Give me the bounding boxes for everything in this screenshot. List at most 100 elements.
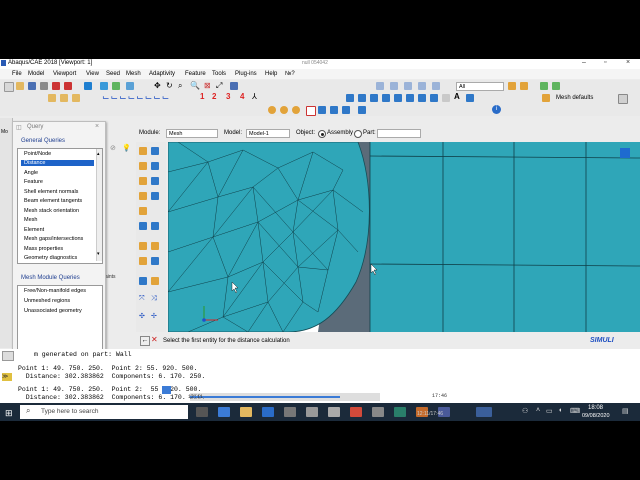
layer-icon[interactable] bbox=[358, 106, 366, 114]
taskbar-search[interactable]: ⌕ Type here to search bbox=[20, 405, 188, 419]
menu-file[interactable]: File bbox=[12, 71, 22, 77]
mesh-region-tool-icon[interactable] bbox=[151, 162, 159, 170]
assign-stack-tool-icon[interactable] bbox=[139, 277, 147, 285]
scroll-up-icon[interactable]: ▴ bbox=[97, 151, 100, 157]
element-type-icon[interactable] bbox=[406, 94, 414, 102]
save-icon[interactable] bbox=[28, 82, 36, 90]
box-zoom-icon[interactable]: ⊠ bbox=[204, 81, 211, 90]
mesh-controls-tool-icon[interactable] bbox=[151, 177, 159, 185]
windows-start-icon[interactable]: ⊞ bbox=[5, 408, 13, 419]
menu-adaptivity[interactable]: Adaptivity bbox=[149, 71, 175, 77]
menu-mesh[interactable]: Mesh bbox=[126, 71, 141, 77]
query-item-mesh-stack[interactable]: Mesh stack orientation bbox=[24, 208, 79, 214]
menu-plugins[interactable]: Plug-ins bbox=[235, 71, 257, 77]
verify-tool-icon[interactable] bbox=[151, 192, 159, 200]
replace-icon[interactable] bbox=[540, 82, 548, 90]
file-explorer-icon[interactable] bbox=[240, 407, 252, 417]
display-options-icon[interactable] bbox=[342, 106, 350, 114]
minimize-icon[interactable]: – bbox=[582, 59, 586, 66]
element-tool-icon[interactable]: ✢ bbox=[151, 312, 157, 320]
seed-edges-tool-icon[interactable] bbox=[151, 147, 159, 155]
assembly-radio[interactable] bbox=[318, 130, 326, 138]
edge-icon[interactable] bbox=[218, 407, 230, 417]
part-select[interactable] bbox=[377, 129, 421, 138]
app-icon-d[interactable] bbox=[372, 407, 384, 417]
wireframe-icon[interactable] bbox=[126, 82, 134, 90]
print-icon[interactable] bbox=[40, 82, 48, 90]
instance-icon[interactable] bbox=[72, 94, 80, 102]
volume-icon[interactable]: ◖ bbox=[558, 407, 562, 414]
info-icon[interactable]: i bbox=[492, 105, 501, 114]
offset-mesh-tool-icon[interactable] bbox=[151, 277, 159, 285]
message-tab-icon[interactable] bbox=[2, 351, 14, 361]
element-type-tool-icon[interactable] bbox=[139, 192, 147, 200]
command-tab-icon[interactable]: ≫ bbox=[2, 373, 12, 381]
select-4-button[interactable]: 4 bbox=[240, 92, 244, 101]
query-item-feature[interactable]: Feature bbox=[24, 179, 43, 185]
app-icon-b[interactable] bbox=[328, 407, 340, 417]
datum-plane-icon[interactable] bbox=[292, 106, 300, 114]
query-item-distance[interactable]: Distance bbox=[21, 160, 94, 166]
mesh-view[interactable] bbox=[168, 142, 640, 332]
notifications-icon[interactable]: ▤ bbox=[622, 407, 629, 415]
part-icon[interactable] bbox=[48, 94, 56, 102]
menu-model[interactable]: Model bbox=[28, 71, 44, 77]
query-item-unmeshed-regions[interactable]: Unmeshed regions bbox=[24, 298, 70, 304]
query-item-mesh-gaps[interactable]: Mesh gaps/intersections bbox=[24, 236, 83, 242]
cycle-view-icon[interactable] bbox=[230, 82, 238, 90]
node-tool-icon[interactable]: ✣ bbox=[139, 312, 145, 320]
query-item-beam-tangents[interactable]: Beam element tangents bbox=[24, 198, 82, 204]
datum-axis-icon[interactable] bbox=[280, 106, 288, 114]
task-view-icon[interactable] bbox=[196, 407, 208, 417]
media-progress[interactable] bbox=[190, 393, 380, 401]
mail-icon[interactable] bbox=[284, 407, 296, 417]
color-code-icon[interactable] bbox=[508, 82, 516, 90]
app-icon-a[interactable] bbox=[306, 407, 318, 417]
measure-icon[interactable] bbox=[318, 106, 326, 114]
query-item-free-edges[interactable]: Free/Non-manifold edges bbox=[24, 288, 86, 294]
query-icon[interactable] bbox=[306, 106, 316, 116]
mesh-controls-icon[interactable] bbox=[418, 94, 426, 102]
open-icon[interactable] bbox=[16, 82, 24, 90]
seed-part-tool-icon[interactable] bbox=[139, 147, 147, 155]
mesh-part-tool-icon[interactable] bbox=[139, 162, 147, 170]
menu-viewport[interactable]: Viewport bbox=[53, 71, 76, 77]
create-set-tool-icon[interactable] bbox=[139, 242, 147, 250]
part-radio[interactable] bbox=[354, 130, 362, 138]
viewport[interactable] bbox=[168, 142, 640, 332]
query-item-point-node[interactable]: Point/Node bbox=[24, 151, 51, 157]
datum-point-icon[interactable] bbox=[268, 106, 276, 114]
menu-context-help[interactable]: №? bbox=[285, 71, 295, 77]
app-icon-c[interactable] bbox=[350, 407, 362, 417]
snap-tools-icon[interactable]: ⌙⌙⌙⌙⌙⌙⌙⌙ bbox=[102, 92, 170, 103]
virtual-topology-tool-icon[interactable] bbox=[139, 222, 147, 230]
edit-mesh-icon[interactable] bbox=[430, 94, 438, 102]
scroll-down-icon[interactable]: ▾ bbox=[97, 251, 100, 257]
auto-fit-icon[interactable]: ⤢ bbox=[216, 81, 222, 91]
rotate-icon[interactable]: ↻ bbox=[166, 81, 173, 90]
partition-tool-icon[interactable] bbox=[139, 207, 147, 215]
clock-time[interactable]: 18:08 bbox=[588, 405, 603, 411]
pan-icon[interactable]: ✥ bbox=[154, 81, 161, 90]
seed-part-icon[interactable] bbox=[346, 94, 354, 102]
transform-tool-icon[interactable]: ⤨ bbox=[151, 295, 157, 303]
query-item-unassociated-geometry[interactable]: Unassociated geometry bbox=[24, 308, 82, 314]
query-item-mesh[interactable]: Mesh bbox=[24, 217, 37, 223]
axis-icon[interactable]: ⅄ bbox=[252, 92, 257, 101]
text-icon[interactable]: A bbox=[454, 92, 460, 101]
mesh-region-icon[interactable] bbox=[382, 94, 390, 102]
assign-icon[interactable] bbox=[442, 94, 450, 102]
datum-tool-icon[interactable] bbox=[139, 257, 147, 265]
shaded-icon[interactable] bbox=[112, 82, 120, 90]
seed-edge-icon[interactable] bbox=[358, 94, 366, 102]
assembly-icon[interactable] bbox=[60, 94, 68, 102]
record-icon[interactable] bbox=[52, 82, 60, 90]
close-icon[interactable]: × bbox=[626, 59, 630, 66]
create-surface-tool-icon[interactable] bbox=[151, 242, 159, 250]
menu-view[interactable]: View bbox=[86, 71, 99, 77]
query-item-element[interactable]: Element bbox=[24, 227, 44, 233]
probe-icon[interactable] bbox=[330, 106, 338, 114]
keyboard-icon[interactable]: ⌨ bbox=[570, 407, 580, 415]
menu-seed[interactable]: Seed bbox=[106, 71, 120, 77]
select-1-button[interactable]: 1 bbox=[200, 92, 204, 101]
